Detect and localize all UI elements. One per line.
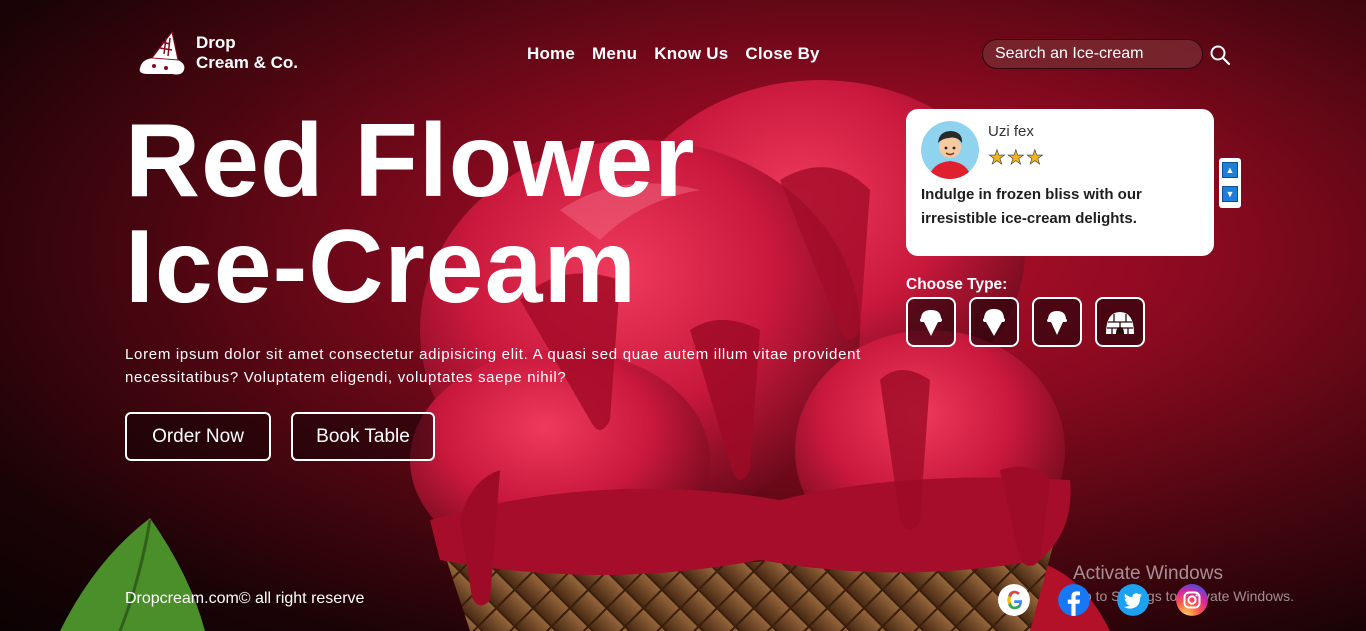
cone-icon xyxy=(1047,311,1067,335)
search-icon[interactable] xyxy=(1209,44,1231,66)
google-icon[interactable] xyxy=(998,584,1030,616)
arrow-down-icon[interactable]: ▼ xyxy=(1222,186,1238,202)
order-now-button[interactable]: Order Now xyxy=(125,412,271,461)
star-rating: ★★★ xyxy=(988,147,1045,170)
reviewer-name: Uzi fex xyxy=(988,123,1034,140)
nav-menu[interactable]: Menu xyxy=(592,44,637,64)
type-option-cone-2[interactable] xyxy=(969,297,1019,347)
avatar xyxy=(921,121,979,179)
hero-title-line2: Ice-Cream xyxy=(125,209,637,325)
book-table-button[interactable]: Book Table xyxy=(291,412,435,461)
arrow-up-icon[interactable]: ▲ xyxy=(1222,162,1238,178)
cone-icon xyxy=(983,309,1005,336)
hero-description: Lorem ipsum dolor sit amet consectetur a… xyxy=(125,346,862,386)
brand-logo[interactable]: Drop Cream & Co. xyxy=(138,30,298,76)
nav-know-us[interactable]: Know Us xyxy=(654,44,728,64)
nav-home[interactable]: Home xyxy=(527,44,575,64)
brand-name-line2: Cream & Co. xyxy=(196,53,299,72)
watermark-title: Activate Windows xyxy=(1073,563,1223,584)
twitter-icon[interactable] xyxy=(1117,584,1149,616)
search-input[interactable] xyxy=(982,39,1203,69)
instagram-icon[interactable] xyxy=(1176,584,1208,616)
brand-name-line1: Drop xyxy=(196,33,236,52)
choose-type-label: Choose Type: xyxy=(906,276,1008,293)
footer-copyright: Dropcream.com© all right reserve xyxy=(125,590,365,607)
type-option-cone-1[interactable] xyxy=(906,297,956,347)
review-scroll-controls: ▲ ▼ xyxy=(1219,158,1241,208)
hero-title: Red Flower Ice-Cream xyxy=(125,108,696,320)
hero-title-line1: Red Flower xyxy=(125,103,696,219)
type-option-cone-3[interactable] xyxy=(1032,297,1082,347)
main-nav: Home Menu Know Us Close By xyxy=(527,44,820,64)
ice-cream-logo-icon xyxy=(139,30,185,75)
type-selector xyxy=(906,297,1145,347)
user-avatar-icon xyxy=(921,121,979,179)
type-option-igloo[interactable] xyxy=(1095,297,1145,347)
review-text: Indulge in frozen bliss with our irresis… xyxy=(921,186,1142,227)
review-card: Uzi fex ★★★ Indulge in frozen bliss with… xyxy=(906,109,1214,256)
igloo-icon xyxy=(1106,312,1134,334)
nav-close-by[interactable]: Close By xyxy=(745,44,819,64)
cone-icon xyxy=(920,310,942,336)
brand-name: Drop Cream & Co. xyxy=(196,33,298,73)
facebook-icon[interactable] xyxy=(1058,584,1090,616)
